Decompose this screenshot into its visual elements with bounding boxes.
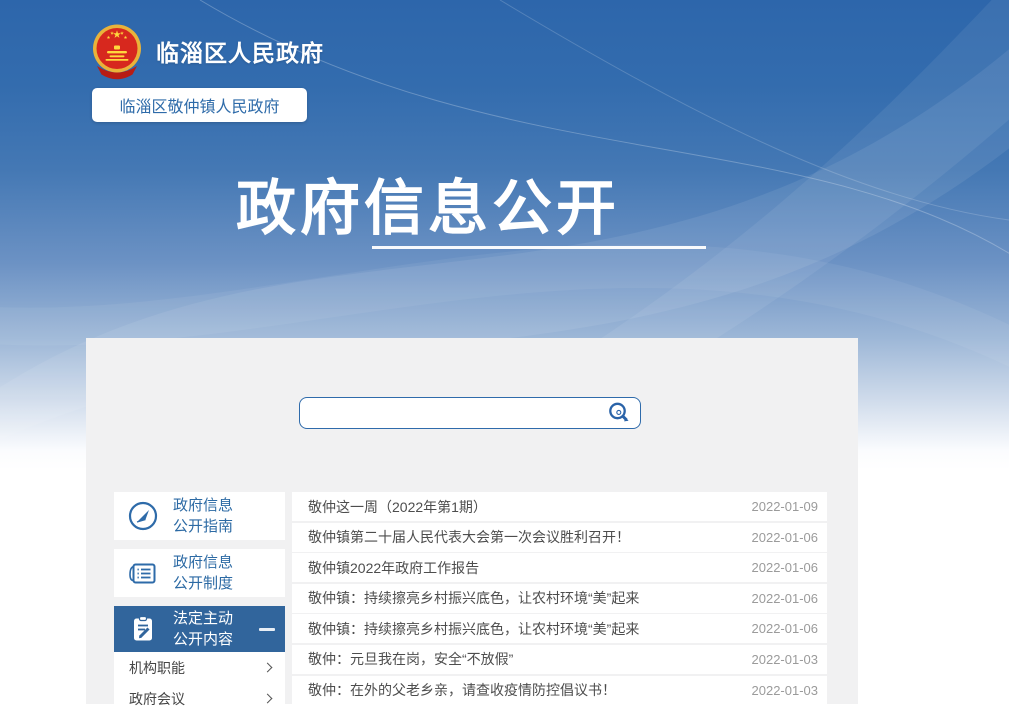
search-magnifier-icon: [606, 400, 632, 426]
sidebar-item-rules[interactable]: 政府信息 公开制度: [114, 549, 285, 597]
news-item-date: 2022-01-09: [752, 499, 819, 514]
sidebar-submenu: 机构职能 政府会议: [114, 652, 285, 714]
news-item-date: 2022-01-06: [752, 530, 819, 545]
news-item-title[interactable]: 敬仲镇2022年政府工作报告: [308, 558, 479, 578]
town-gov-button[interactable]: 临淄区敬仲镇人民政府: [92, 88, 307, 122]
news-list-item[interactable]: 敬仲镇：持续擦亮乡村振兴底色，让农村环境“美”起来 2022-01-06: [292, 614, 827, 643]
submenu-item-label: 机构职能: [129, 658, 185, 678]
sidebar-item-label: 法定主动 公开内容: [173, 608, 233, 650]
news-list-item[interactable]: 敬仲：元旦我在岗，安全“不放假” 2022-01-03: [292, 645, 827, 674]
collapse-minus-icon[interactable]: [259, 628, 275, 631]
chevron-right-icon: [263, 663, 273, 673]
national-emblem-icon: [88, 22, 146, 80]
news-item-date: 2022-01-06: [752, 621, 819, 636]
news-item-title[interactable]: 敬仲：在外的父老乡亲，请查收疫情防控倡议书！: [308, 680, 616, 700]
news-item-title[interactable]: 敬仲镇第二十届人民代表大会第一次会议胜利召开！: [308, 527, 630, 547]
sidebar-item-label: 政府信息 公开制度: [173, 552, 233, 594]
news-list-item[interactable]: 敬仲镇2022年政府工作报告 2022-01-06: [292, 553, 827, 582]
site-title: 临淄区人民政府: [156, 34, 324, 68]
news-item-title[interactable]: 敬仲镇：持续擦亮乡村振兴底色，让农村环境“美”起来: [308, 619, 639, 639]
sidebar-item-statutory-disclosure[interactable]: 法定主动 公开内容: [114, 606, 285, 652]
site-logo-link[interactable]: 临淄区人民政府: [88, 22, 324, 80]
search-input[interactable]: [300, 398, 598, 428]
compass-icon: [126, 499, 160, 533]
sidebar-nav: 政府信息 公开指南 政府信息 公开制度: [114, 492, 285, 714]
sidebar-item-label: 政府信息 公开指南: [173, 495, 233, 537]
news-item-date: 2022-01-06: [752, 560, 819, 575]
page-title: 政府信息公开: [88, 160, 768, 247]
news-item-title[interactable]: 敬仲镇：持续擦亮乡村振兴底色，让农村环境“美”起来: [308, 588, 639, 608]
rulebook-icon: [126, 556, 160, 590]
news-item-date: 2022-01-06: [752, 591, 819, 606]
news-list-item[interactable]: 敬仲镇：持续擦亮乡村振兴底色，让农村环境“美”起来 2022-01-06: [292, 584, 827, 613]
submenu-item-label: 政府会议: [129, 689, 185, 709]
search-button[interactable]: [598, 398, 640, 428]
content-panel: 政府信息 公开指南 政府信息 公开制度: [86, 338, 858, 704]
news-list-item[interactable]: 敬仲这一周（2022年第1期） 2022-01-09: [292, 492, 827, 521]
news-list-item[interactable]: 敬仲镇第二十届人民代表大会第一次会议胜利召开！ 2022-01-06: [292, 523, 827, 552]
submenu-item[interactable]: 机构职能: [114, 652, 285, 683]
search-box: [299, 397, 641, 429]
news-item-title[interactable]: 敬仲：元旦我在岗，安全“不放假”: [308, 649, 513, 669]
submenu-item[interactable]: 政府会议: [114, 683, 285, 714]
news-list: 敬仲这一周（2022年第1期） 2022-01-09 敬仲镇第二十届人民代表大会…: [292, 492, 827, 706]
news-list-item[interactable]: 敬仲：在外的父老乡亲，请查收疫情防控倡议书！ 2022-01-03: [292, 676, 827, 705]
title-underline: [372, 246, 706, 249]
news-item-date: 2022-01-03: [752, 683, 819, 698]
clipboard-pen-icon: [126, 612, 160, 646]
news-item-date: 2022-01-03: [752, 652, 819, 667]
news-item-title[interactable]: 敬仲这一周（2022年第1期）: [308, 497, 487, 517]
chevron-right-icon: [263, 694, 273, 704]
sidebar-item-guide[interactable]: 政府信息 公开指南: [114, 492, 285, 540]
